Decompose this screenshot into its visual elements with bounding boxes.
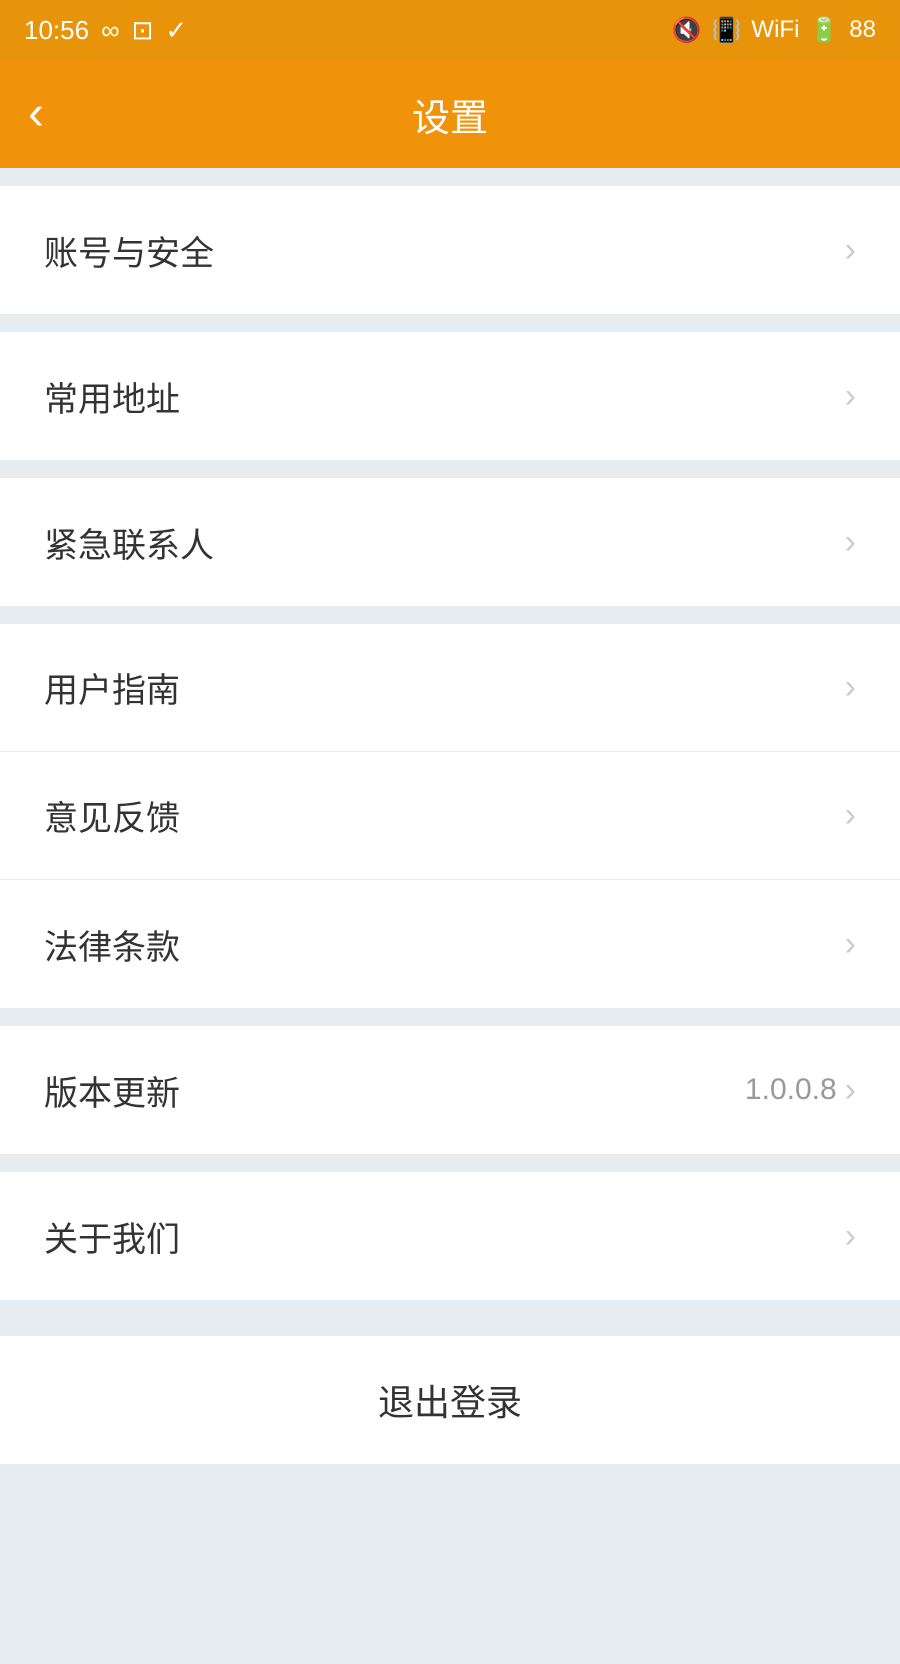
section-divider-2 <box>0 460 900 478</box>
menu-item-emergency-contact[interactable]: 紧急联系人 › <box>0 478 900 606</box>
menu-item-common-address[interactable]: 常用地址 › <box>0 332 900 460</box>
chevron-icon-feedback: › <box>845 796 856 835</box>
menu-group-5: 版本更新 1.0.0.8 › <box>0 1026 900 1154</box>
menu-item-user-guide[interactable]: 用户指南 › <box>0 624 900 752</box>
check-icon: ✓ <box>165 15 187 46</box>
menu-item-legal-terms[interactable]: 法律条款 › <box>0 880 900 1008</box>
logout-divider <box>0 1300 900 1336</box>
chevron-icon-account-security: › <box>845 231 856 270</box>
section-divider-3 <box>0 606 900 624</box>
menu-group-2: 常用地址 › <box>0 332 900 460</box>
menu-item-account-security[interactable]: 账号与安全 › <box>0 186 900 314</box>
status-bar: 10:56 ∞ ⊡ ✓ 🔇 📳 WiFi 🔋 88 <box>0 0 900 60</box>
section-divider-4 <box>0 1008 900 1026</box>
menu-group-3: 紧急联系人 › <box>0 478 900 606</box>
battery-level: 88 <box>849 16 876 44</box>
status-left: 10:56 ∞ ⊡ ✓ <box>24 15 187 46</box>
page-title: 设置 <box>412 87 488 142</box>
image-icon: ⊡ <box>132 15 154 46</box>
menu-label-legal-terms: 法律条款 <box>44 920 180 969</box>
menu-label-feedback: 意见反馈 <box>44 791 180 840</box>
version-number: 1.0.0.8 <box>745 1073 837 1107</box>
section-divider-top <box>0 168 900 186</box>
section-divider-5 <box>0 1154 900 1172</box>
menu-label-about-us: 关于我们 <box>44 1212 180 1261</box>
loop-icon: ∞ <box>101 15 120 46</box>
logout-button[interactable]: 退出登录 <box>0 1336 900 1464</box>
menu-item-version-update[interactable]: 版本更新 1.0.0.8 › <box>0 1026 900 1154</box>
menu-label-emergency-contact: 紧急联系人 <box>44 518 214 567</box>
chevron-icon-emergency-contact: › <box>845 523 856 562</box>
menu-item-about-us[interactable]: 关于我们 › <box>0 1172 900 1300</box>
menu-label-user-guide: 用户指南 <box>44 663 180 712</box>
nav-bar: ‹ 设置 <box>0 60 900 168</box>
chevron-icon-common-address: › <box>845 377 856 416</box>
status-time: 10:56 <box>24 15 89 46</box>
wifi-icon: WiFi <box>751 16 799 44</box>
menu-label-account-security: 账号与安全 <box>44 226 214 275</box>
menu-item-feedback[interactable]: 意见反馈 › <box>0 752 900 880</box>
menu-label-common-address: 常用地址 <box>44 372 180 421</box>
chevron-icon-legal-terms: › <box>845 925 856 964</box>
mute-icon: 🔇 <box>672 16 702 45</box>
battery-icon: 🔋 <box>809 16 839 45</box>
chevron-icon-about-us: › <box>845 1217 856 1256</box>
menu-group-6: 关于我们 › <box>0 1172 900 1300</box>
menu-group-1: 账号与安全 › <box>0 186 900 314</box>
status-right: 🔇 📳 WiFi 🔋 88 <box>672 16 876 45</box>
vibrate-icon: 📳 <box>712 16 742 45</box>
section-divider-1 <box>0 314 900 332</box>
chevron-icon-user-guide: › <box>845 668 856 707</box>
menu-group-4: 用户指南 › 意见反馈 › 法律条款 › <box>0 624 900 1008</box>
logout-label: 退出登录 <box>378 1374 522 1426</box>
chevron-icon-version-update: › <box>845 1071 856 1110</box>
bottom-area <box>0 1464 900 1664</box>
menu-label-version-update: 版本更新 <box>44 1066 180 1115</box>
back-button[interactable]: ‹ <box>28 90 44 138</box>
